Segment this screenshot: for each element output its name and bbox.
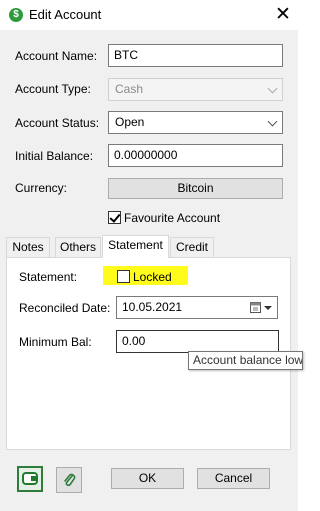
attachment-icon [64,473,76,487]
calendar-icon[interactable] [250,301,261,316]
account-card-icon [22,472,38,485]
minimum-bal-label: Minimum Bal: [19,335,92,349]
tab-credit[interactable]: Credit [170,237,214,257]
attachment-button[interactable] [56,467,82,493]
close-button[interactable]: ✕ [270,2,296,28]
reconciled-date-label: Reconciled Date: [19,301,111,315]
chevron-down-icon [267,116,278,127]
account-status-dropdown[interactable]: Open [108,111,283,134]
reconciled-date-value: 10.05.2021 [122,300,183,314]
reconciled-date-field[interactable]: 10.05.2021 [116,296,278,319]
favourite-label: Favourite Account [124,211,221,225]
tab-statement[interactable]: Statement [102,235,169,258]
account-type-dropdown: Cash [108,78,283,101]
tab-others[interactable]: Others [55,237,101,257]
cancel-button[interactable]: Cancel [197,468,270,489]
ok-button[interactable]: OK [111,468,184,489]
statement-label: Statement: [19,270,78,284]
account-name-field[interactable]: BTC [108,44,283,67]
account-status-label: Account Status: [15,116,100,130]
locked-checkbox[interactable] [117,270,130,283]
chevron-down-icon [267,83,278,94]
money-app-icon: $ [9,8,23,22]
favourite-checkbox[interactable] [108,211,121,224]
initial-balance-label: Initial Balance: [15,149,94,163]
account-card-button[interactable] [17,466,43,492]
account-status-value: Open [115,115,145,129]
date-dropdown-icon[interactable] [264,306,272,310]
window-title: Edit Account [29,7,102,22]
tooltip: Account balance low [188,351,303,370]
minimum-bal-field[interactable]: 0.00 [116,330,279,353]
initial-balance-field[interactable]: 0.00000000 [108,144,283,167]
account-type-label: Account Type: [15,82,91,96]
tab-notes[interactable]: Notes [6,237,50,257]
title-bar: $ Edit Account ✕ [0,0,298,30]
currency-button[interactable]: Bitcoin [108,178,283,199]
account-name-label: Account Name: [15,49,98,63]
account-type-value: Cash [115,82,144,96]
currency-label: Currency: [15,181,68,195]
locked-label: Locked [133,270,172,284]
